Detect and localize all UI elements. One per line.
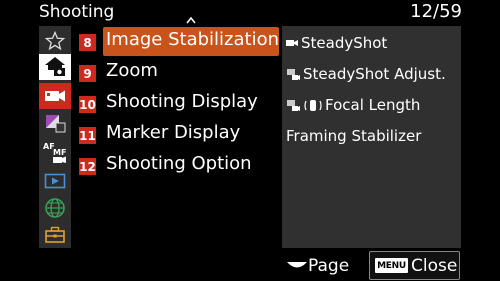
playback-icon: [44, 173, 66, 189]
tab-setup[interactable]: [39, 222, 71, 248]
af-mf-icon: AF MF: [43, 142, 66, 163]
menu-item-label: Shooting Option: [106, 153, 252, 174]
star-icon: [45, 31, 65, 51]
preview-row-focal-length: Focal Length: [286, 96, 420, 114]
photo-movie-icon: [287, 68, 300, 80]
movie-camera-icon: [45, 90, 65, 102]
edit-icon: [46, 115, 66, 133]
menu-item-number: 12: [79, 158, 96, 175]
preview-row-steadyshot-adjust: SteadyShot Adjust.: [286, 65, 446, 83]
menu-item-shooting-display[interactable]: 10 Shooting Display: [71, 88, 282, 117]
preview-row-framing-stabilizer: Framing Stabilizer: [286, 127, 421, 145]
close-button[interactable]: MENU Close: [369, 251, 460, 280]
menu-item-number: 8: [79, 34, 96, 51]
menu-item-shooting-option[interactable]: 12 Shooting Option: [71, 150, 282, 179]
menu-item-label: Zoom: [106, 60, 158, 81]
menu-item-label: Shooting Display: [106, 91, 258, 112]
scroll-up-caret-icon[interactable]: [186, 16, 196, 24]
menu-key-icon: MENU: [375, 258, 408, 273]
page-button[interactable]: Page: [286, 254, 349, 278]
tab-main-camera[interactable]: [39, 54, 71, 80]
tab-exposure-color[interactable]: [39, 110, 71, 136]
submenu-preview-panel: SteadyShot SteadyShot Adjust. Focal Leng…: [282, 26, 461, 248]
close-button-label: Close: [411, 255, 458, 276]
preview-row-steadyshot: SteadyShot: [286, 34, 387, 52]
preview-row-label: SteadyShot Adjust.: [303, 65, 446, 83]
tab-network[interactable]: [39, 195, 71, 221]
svg-text:MF: MF: [53, 148, 66, 157]
menu-category-title: Shooting: [39, 2, 115, 22]
header-bar: Shooting 12/59: [0, 0, 500, 26]
home-camera-icon: [45, 57, 65, 76]
network-globe-icon: [45, 198, 65, 218]
menu-item-marker-display[interactable]: 11 Marker Display: [71, 119, 282, 148]
menu-item-number: 11: [79, 127, 96, 144]
tab-focus[interactable]: AF MF: [39, 139, 71, 165]
menu-item-label: Marker Display: [106, 122, 241, 143]
page-button-label: Page: [308, 256, 350, 276]
submenu-list: 8 Image Stabilization 9 Zoom 10 Shooting…: [71, 26, 282, 248]
menu-item-number: 9: [79, 65, 96, 82]
menu-item-image-stabilization[interactable]: 8 Image Stabilization: [71, 26, 282, 56]
preview-row-label: Framing Stabilizer: [286, 127, 422, 145]
menu-item-zoom[interactable]: 9 Zoom: [71, 57, 282, 86]
movie-camera-icon: [286, 40, 298, 46]
bottom-guide-bar: Page MENU Close: [0, 248, 500, 281]
preview-row-label: Focal Length: [325, 96, 421, 114]
preview-row-label: SteadyShot: [301, 34, 388, 52]
tab-my-menu[interactable]: [39, 28, 71, 54]
shake-hand-icon: [304, 99, 322, 111]
tab-playback[interactable]: [39, 168, 71, 194]
photo-movie-icon: [287, 99, 300, 111]
menu-item-number: 10: [79, 96, 96, 113]
page-counter: 12/59: [410, 1, 462, 22]
category-tab-column: AF MF: [39, 26, 71, 248]
control-wheel-icon: [287, 262, 307, 268]
menu-item-label: Image Stabilization: [106, 29, 279, 50]
toolbox-icon: [45, 226, 65, 243]
tab-shooting[interactable]: [39, 83, 71, 109]
